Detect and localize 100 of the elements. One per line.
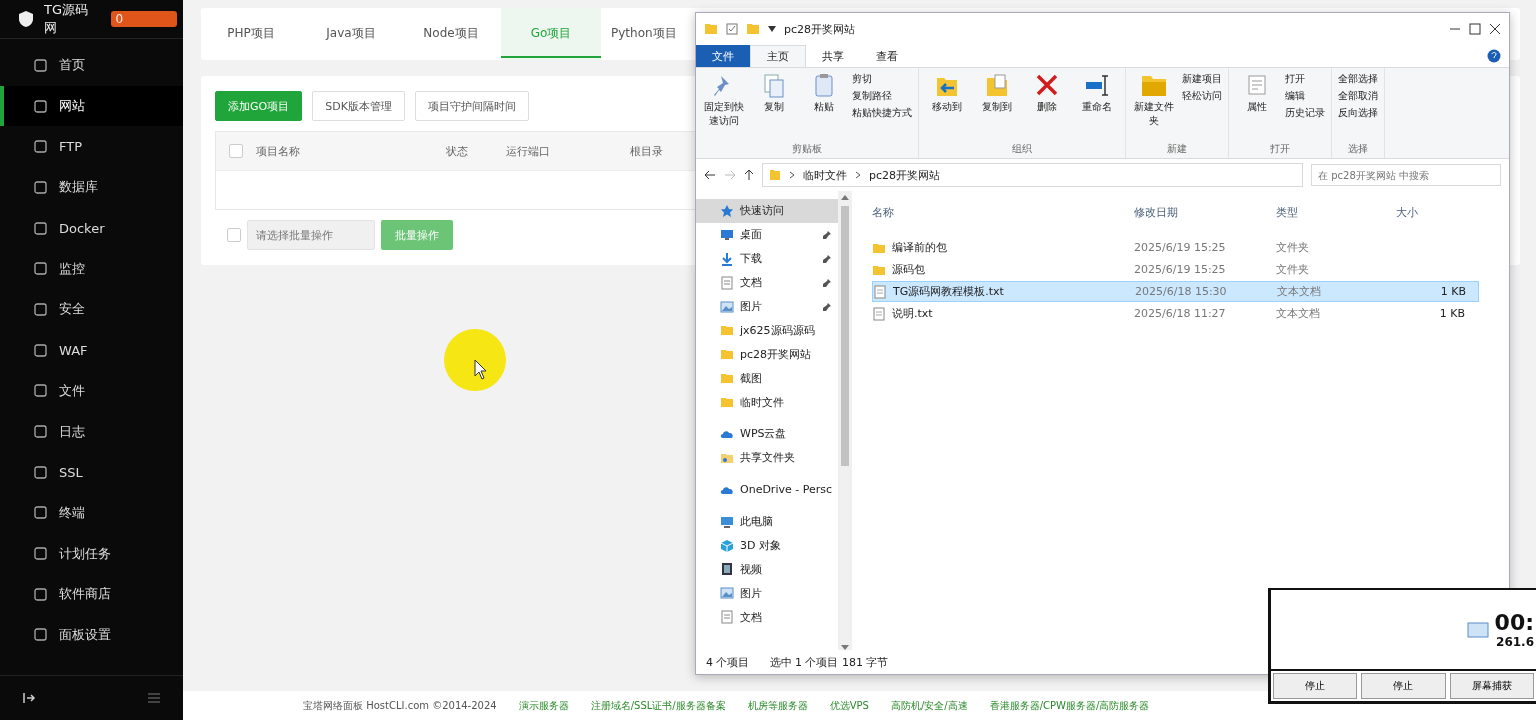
tab[interactable]: PHP项目 [201, 8, 301, 60]
scrollbar-thumb[interactable] [841, 206, 849, 466]
nav-item[interactable]: 视频 [696, 557, 838, 582]
ribbon-tab[interactable]: 主页 [750, 45, 806, 67]
sidebar-item[interactable]: 终端 [0, 492, 183, 534]
ribbon-button[interactable]: 历史记录 [1285, 106, 1325, 120]
ribbon-tab[interactable]: 共享 [806, 45, 860, 67]
ribbon-button[interactable]: 移动到 [925, 72, 969, 142]
breadcrumb[interactable]: 临时文件 [803, 167, 847, 183]
nav-item[interactable]: 下载 [696, 246, 838, 271]
ribbon-button[interactable]: 属性 [1235, 72, 1279, 142]
sidebar-item[interactable]: 文件 [0, 370, 183, 412]
file-row[interactable]: 说明.txt 2025/6/18 11:27 文本文档 1 KB [872, 303, 1479, 324]
nav-item[interactable]: 桌面 [696, 222, 838, 247]
recorder-button[interactable]: 停止 [1361, 673, 1446, 699]
sidebar-item[interactable]: 安全 [0, 289, 183, 330]
square-icon [34, 628, 47, 642]
sidebar-item[interactable]: 日志 [0, 411, 183, 452]
sidebar-item[interactable]: 网站 [0, 85, 183, 127]
ribbon-button[interactable]: 反向选择 [1338, 106, 1378, 120]
ribbon-button[interactable]: 重命名 [1075, 72, 1119, 142]
square-icon [34, 425, 47, 439]
tab[interactable]: Node项目 [401, 8, 501, 60]
file-row[interactable]: TG源码网教程模板.txt 2025/6/18 15:30 文本文档 1 KB [872, 281, 1479, 302]
up-arrow-icon [744, 169, 754, 181]
search-field[interactable]: 在 pc28开奖网站 中搜索 [1311, 164, 1501, 186]
ribbon-button[interactable]: 轻松访问 [1182, 89, 1222, 103]
sidebar-item[interactable]: 计划任务 [0, 533, 183, 574]
footer-link[interactable]: 优选VPS [829, 698, 869, 713]
ribbon-button[interactable]: 编辑 [1285, 89, 1325, 103]
breadcrumb[interactable]: pc28开奖网站 [869, 167, 941, 183]
nav-item[interactable]: 3D 对象 [696, 533, 838, 558]
nav-item[interactable]: 截图 [696, 366, 838, 391]
ribbon-button[interactable]: 剪切 [852, 72, 912, 86]
column-header: 运行端口 [506, 143, 551, 159]
file-row[interactable]: 编译前的包 2025/6/19 15:25 文件夹 [872, 237, 1479, 258]
ribbon-button[interactable]: 删除 [1025, 72, 1069, 142]
nav-item[interactable]: 图片 [696, 294, 838, 319]
column-header[interactable]: 大小 [1396, 204, 1471, 220]
nav-item[interactable]: OneDrive - Persc [696, 477, 838, 502]
ribbon-button[interactable]: 全部选择 [1338, 72, 1378, 86]
nav-item[interactable]: 快速访问 [696, 199, 838, 223]
shield-icon [18, 10, 34, 28]
column-header[interactable]: 类型 [1276, 204, 1396, 220]
ribbon-button[interactable]: 全部取消 [1338, 89, 1378, 103]
ribbon-tab[interactable]: 文件 [696, 45, 750, 67]
ribbon-button[interactable]: 新建项目 [1182, 72, 1222, 86]
footer-link[interactable]: 高防机/安全/高速 [890, 698, 968, 713]
footer-link[interactable]: 机房等服务器 [747, 698, 808, 713]
ribbon-button[interactable]: 复制到 [975, 72, 1019, 142]
ribbon-tab[interactable]: 查看 [860, 45, 914, 67]
ribbon-button[interactable]: 复制路径 [852, 89, 912, 103]
sidebar-item[interactable]: FTP [0, 126, 183, 168]
toolbar-button[interactable]: SDK版本管理 [312, 91, 405, 121]
column-header[interactable]: 名称 [872, 204, 1134, 220]
footer-link[interactable]: 注册域名/SSL证书/服务器备案 [590, 698, 726, 713]
ribbon-button[interactable]: 粘贴 [802, 72, 846, 142]
cube-icon [720, 538, 734, 553]
nav-item[interactable]: 文档 [696, 270, 838, 295]
close-icon [1489, 23, 1501, 35]
ribbon-button[interactable]: 固定到快速访问 [702, 72, 746, 142]
sidebar-item[interactable]: 面板设置 [0, 614, 183, 656]
nav-item[interactable]: pc28开奖网站 [696, 342, 838, 367]
folder-icon [720, 395, 734, 410]
column-header[interactable]: 修改日期 [1134, 204, 1276, 220]
sidebar-item[interactable]: 首页 [0, 45, 183, 86]
sidebar-item[interactable]: 软件商店 [0, 573, 183, 615]
screen-icon [1466, 621, 1489, 638]
nav-item[interactable]: 共享文件夹 [696, 445, 838, 470]
ribbon-button[interactable]: 新建文件夹 [1132, 72, 1176, 142]
recorder-button[interactable]: 屏幕捕获 [1449, 673, 1534, 699]
recorder-button[interactable]: 停止 [1273, 673, 1358, 699]
checklist-icon [726, 23, 738, 35]
ribbon-button[interactable]: 复制 [752, 72, 796, 142]
toolbar-button[interactable]: 项目守护间隔时间 [414, 91, 529, 121]
ribbon-button[interactable]: 粘贴快捷方式 [852, 106, 912, 120]
help-icon [1487, 49, 1501, 63]
footer-link[interactable]: 演示服务器 [518, 698, 569, 713]
sidebar-item[interactable]: SSL [0, 451, 183, 493]
nav-item[interactable]: 文档 [696, 605, 838, 630]
tab[interactable]: Python项目 [601, 8, 677, 60]
nav-item[interactable]: jx625源码源码 [696, 318, 838, 343]
sidebar-item[interactable]: Docker [0, 207, 183, 249]
sidebar-item[interactable]: 数据库 [0, 167, 183, 208]
file-row[interactable]: 源码包 2025/6/19 15:25 文件夹 [872, 259, 1479, 280]
footer-link[interactable]: 香港服务器/CPW服务器/高防服务器 [989, 698, 1150, 713]
sidebar-item[interactable]: WAF [0, 329, 183, 371]
tab[interactable]: Java项目 [301, 8, 401, 60]
nav-item[interactable]: 此电脑 [696, 509, 838, 534]
nav-item[interactable]: WPS云盘 [696, 422, 838, 446]
checkbox[interactable] [229, 144, 243, 158]
checkbox[interactable] [227, 228, 241, 242]
ribbon-group-label: 剪贴板 [791, 142, 823, 156]
nav-item[interactable]: 临时文件 [696, 390, 838, 414]
sidebar-item[interactable]: 监控 [0, 248, 183, 290]
batch-select[interactable]: 请选择批量操作 [247, 220, 375, 250]
ribbon-group-label: 选择 [1347, 142, 1369, 156]
ribbon-button[interactable]: 打开 [1285, 72, 1325, 86]
text-file-icon [872, 306, 886, 321]
nav-item[interactable]: 图片 [696, 581, 838, 606]
